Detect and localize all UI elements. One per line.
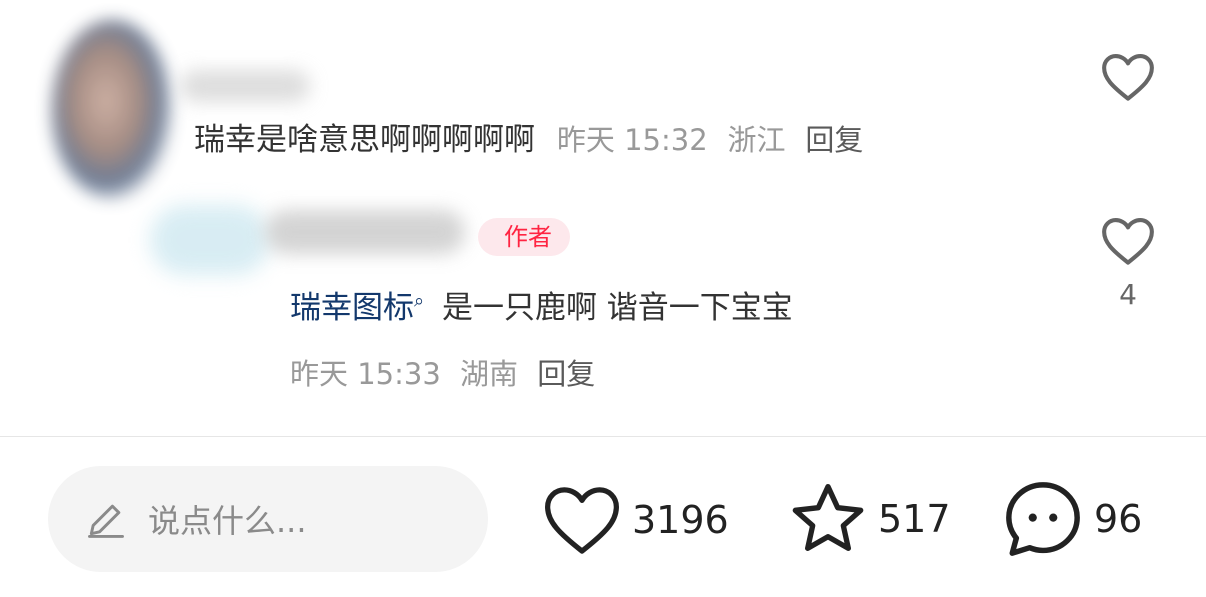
input-placeholder: 说点什么... [148,502,307,540]
reply-location: 湖南 [460,357,519,391]
reply-text: 是一只鹿啊 谐音一下宝宝 [441,290,793,327]
collect-count: 517 [878,497,951,541]
comment-body[interactable]: 瑞幸是啥意思啊啊啊啊啊 昨天 15:32 浙江 回复 [194,120,863,160]
search-icon: ⌕ [414,291,425,312]
divider [0,436,1206,437]
reply-avatar[interactable] [150,205,270,275]
reply-date: 昨天 15:33 [290,357,441,391]
pencil-icon [88,504,124,538]
comment-input[interactable]: 说点什么... [48,466,488,572]
reply-meta: 昨天 15:33 湖南 回复 [290,351,595,393]
heart-outline-icon [545,487,619,554]
reply-username[interactable] [265,210,465,254]
chat-bubble-icon [1006,482,1080,556]
like-count: 3196 [632,498,729,542]
author-badge: 作者 [478,218,570,256]
reply-like-button[interactable]: 4 [1100,216,1156,311]
comment-button[interactable]: 96 [1002,478,1142,560]
reply-like-count: 4 [1119,278,1137,311]
reply-body[interactable]: 瑞幸图标⌕ 是一只鹿啊 谐音一下宝宝 [290,282,793,328]
comment-like-button[interactable] [1100,52,1156,106]
search-link-label: 瑞幸图标 [290,290,414,327]
like-button[interactable]: 3196 [542,484,729,556]
heart-outline-icon [1102,54,1154,101]
collect-button[interactable]: 517 [788,480,951,558]
reply-link[interactable]: 回复 [805,123,863,157]
username[interactable] [180,70,310,102]
star-outline-icon [792,484,864,551]
avatar[interactable] [52,20,172,200]
reply-link[interactable]: 回复 [537,357,595,391]
comment-date: 昨天 15:32 [556,123,708,157]
search-link[interactable]: 瑞幸图标⌕ [290,290,424,326]
heart-outline-icon [1102,218,1154,265]
comment-count: 96 [1094,497,1143,541]
comment-location: 浙江 [727,123,786,157]
comment-text: 瑞幸是啥意思啊啊啊啊啊 [194,122,535,158]
